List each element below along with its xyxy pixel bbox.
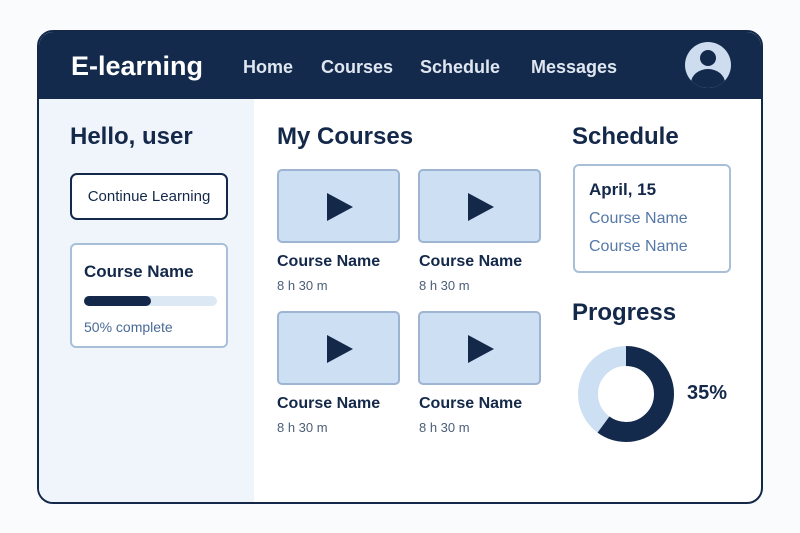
schedule-title: Schedule: [572, 123, 679, 150]
schedule-item[interactable]: Course Name: [589, 238, 688, 256]
schedule-card: April, 15 Course Name Course Name: [573, 164, 731, 273]
progress-bar: [84, 296, 217, 306]
course-name[interactable]: Course Name: [277, 253, 380, 271]
course-duration: 8 h 30 m: [277, 278, 328, 293]
course-thumbnail-play[interactable]: [418, 311, 541, 385]
logo[interactable]: E-learning: [71, 51, 203, 82]
app-window: E-learning Home Courses Schedule Message…: [37, 30, 763, 504]
progress-fill: [84, 296, 151, 306]
current-course-card[interactable]: Course Name 50% complete: [70, 243, 228, 348]
course-duration: 8 h 30 m: [419, 278, 470, 293]
course-name[interactable]: Course Name: [419, 253, 522, 271]
course-title: Course Name: [84, 262, 194, 281]
greeting: Hello, user: [70, 123, 193, 150]
continue-learning-button[interactable]: Continue Learning: [70, 173, 228, 220]
progress-title: Progress: [572, 299, 677, 326]
schedule-date: April, 15: [589, 180, 657, 199]
nav-messages[interactable]: Messages: [531, 57, 617, 78]
course-thumbnail-play[interactable]: [418, 169, 541, 243]
course-name[interactable]: Course Name: [419, 395, 522, 413]
nav-home[interactable]: Home: [243, 57, 293, 78]
course-name[interactable]: Course Name: [277, 395, 380, 413]
my-courses-title: My Courses: [277, 123, 414, 150]
progress-percent: 35%: [687, 382, 728, 404]
course-thumbnail-play[interactable]: [277, 169, 400, 243]
course-thumbnail-play[interactable]: [277, 311, 400, 385]
course-duration: 8 h 30 m: [277, 420, 328, 435]
top-nav: E-learning Home Courses Schedule Message…: [39, 32, 761, 99]
progress-donut: [578, 346, 674, 442]
course-duration: 8 h 30 m: [419, 420, 470, 435]
nav-courses[interactable]: Courses: [321, 57, 393, 78]
schedule-item[interactable]: Course Name: [589, 210, 688, 228]
progress-text: 50% complete: [84, 319, 173, 335]
avatar-icon[interactable]: [685, 42, 731, 88]
nav-schedule[interactable]: Schedule: [420, 57, 500, 78]
